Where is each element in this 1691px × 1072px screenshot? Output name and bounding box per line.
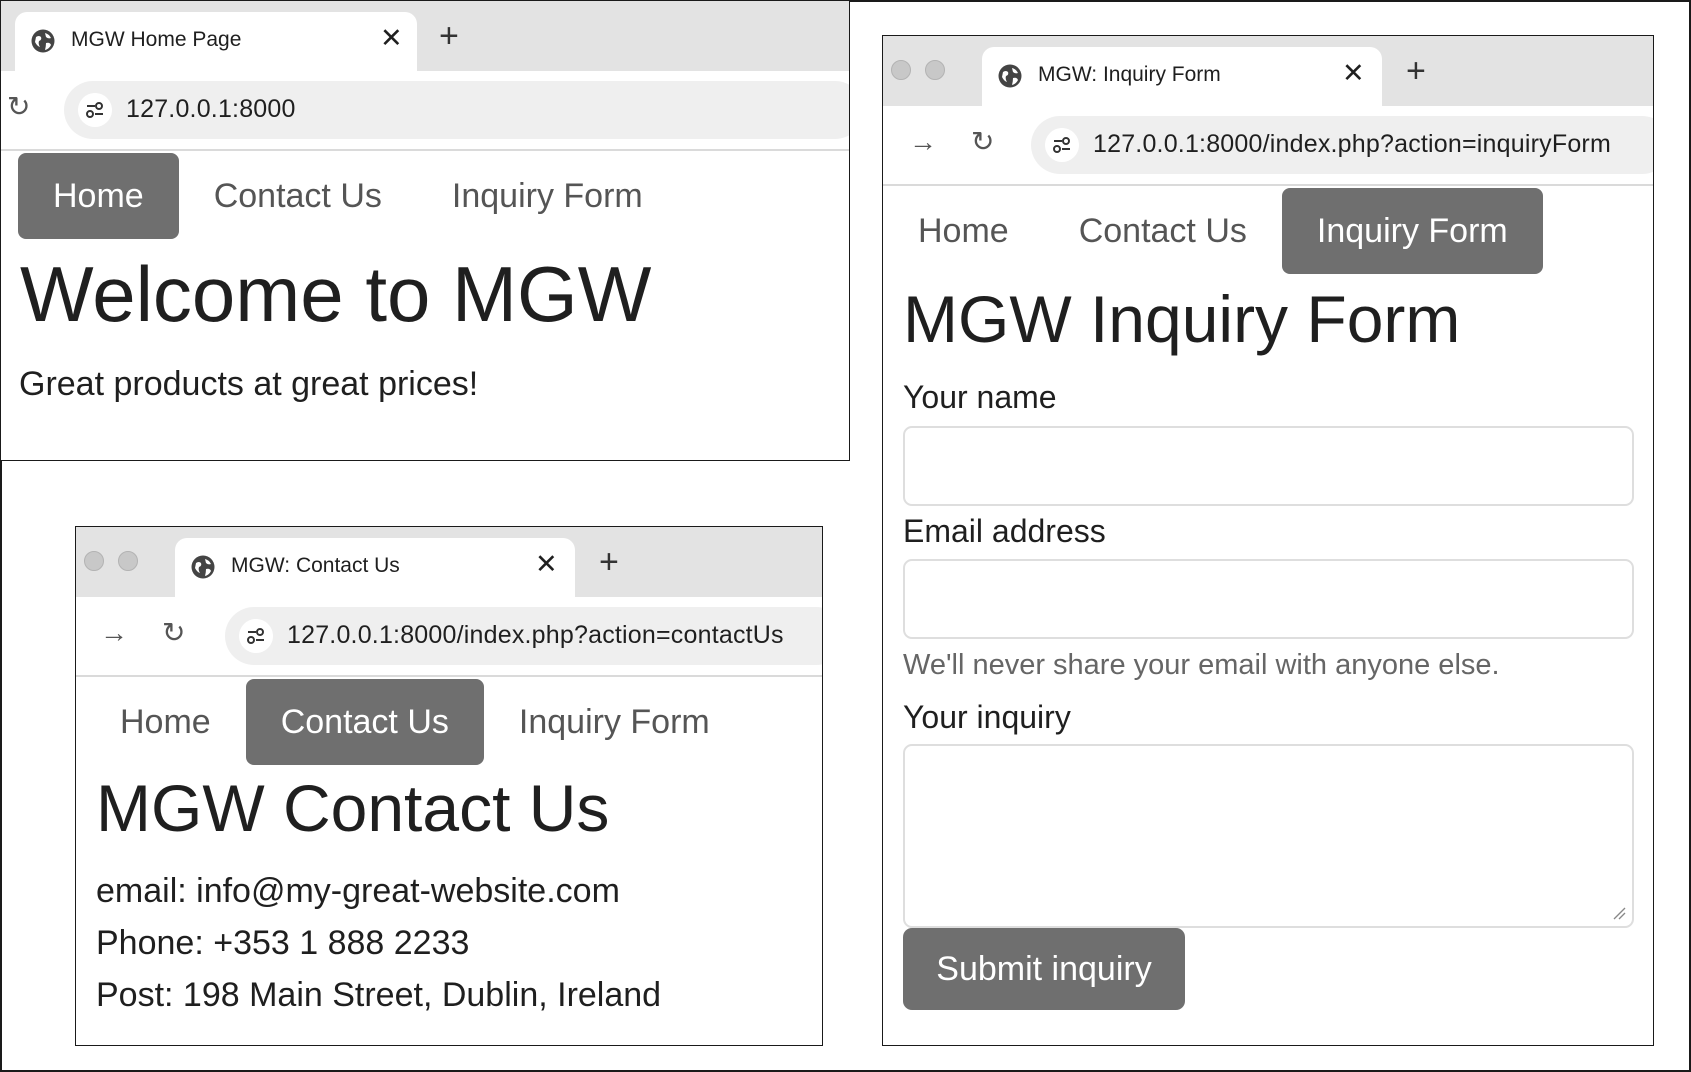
globe-icon bbox=[191, 555, 215, 579]
page-title: MGW Contact Us bbox=[96, 771, 610, 845]
email-help-text: We'll never share your email with anyone… bbox=[903, 649, 1500, 681]
nav-inquiry-form[interactable]: Inquiry Form bbox=[1281, 188, 1543, 274]
inquiry-textarea[interactable] bbox=[903, 744, 1634, 928]
arrow-right-icon[interactable]: → bbox=[909, 128, 937, 156]
tagline: Great products at great prices! bbox=[19, 365, 479, 403]
nav-inquiry-form[interactable]: Inquiry Form bbox=[484, 679, 745, 765]
site-nav: Home Contact Us Inquiry Form bbox=[883, 188, 1543, 274]
name-field[interactable] bbox=[903, 426, 1634, 506]
tab-strip: MGW: Contact Us ✕ + bbox=[76, 527, 822, 598]
address-bar[interactable]: 127.0.0.1:8000/index.php?action=inquiryF… bbox=[1031, 116, 1653, 174]
tune-icon[interactable] bbox=[239, 619, 273, 653]
resize-grip-icon[interactable] bbox=[1612, 906, 1626, 920]
plus-icon[interactable]: + bbox=[439, 19, 459, 53]
tab-title: MGW: Inquiry Form bbox=[1038, 63, 1221, 86]
page-title: Welcome to MGW bbox=[20, 250, 652, 338]
globe-icon bbox=[998, 64, 1022, 88]
url-text: 127.0.0.1:8000 bbox=[126, 95, 296, 123]
reload-icon[interactable]: ↻ bbox=[7, 93, 30, 121]
tab-home[interactable]: MGW Home Page ✕ bbox=[15, 12, 417, 72]
site-nav: Home Contact Us Inquiry Form bbox=[85, 679, 745, 765]
tab-title: MGW Home Page bbox=[71, 28, 242, 51]
browser-toolbar: → ↻ 127.0.0.1:8000/index.php?action=cont… bbox=[76, 597, 822, 677]
window-minimize-dot[interactable] bbox=[118, 551, 138, 571]
plus-icon[interactable]: + bbox=[1406, 54, 1426, 88]
globe-icon bbox=[31, 29, 55, 53]
inquiry-browser-window: MGW: Inquiry Form ✕ + → ↻ 127.0.0.1:8000… bbox=[882, 35, 1654, 1046]
tab-title: MGW: Contact Us bbox=[231, 554, 400, 577]
contact-browser-window: MGW: Contact Us ✕ + → ↻ 127.0.0.1:8000/i… bbox=[75, 526, 823, 1046]
home-browser-window: MGW Home Page ✕ + ↻ 127.0.0.1:8000 Home … bbox=[1, 1, 850, 461]
submit-inquiry-button[interactable]: Submit inquiry bbox=[903, 928, 1185, 1010]
reload-icon[interactable]: ↻ bbox=[162, 619, 185, 647]
tab-contact-us[interactable]: MGW: Contact Us ✕ bbox=[175, 538, 575, 598]
site-nav: Home Contact Us Inquiry Form bbox=[18, 153, 678, 239]
contact-email: email: info@my-great-website.com bbox=[96, 872, 620, 910]
tab-strip: MGW Home Page ✕ + bbox=[1, 1, 849, 72]
close-icon[interactable]: ✕ bbox=[1342, 60, 1365, 87]
close-icon[interactable]: ✕ bbox=[535, 551, 558, 578]
nav-home[interactable]: Home bbox=[85, 679, 246, 765]
tab-strip: MGW: Inquiry Form ✕ + bbox=[883, 36, 1653, 107]
browser-toolbar: → ↻ 127.0.0.1:8000/index.php?action=inqu… bbox=[883, 106, 1653, 186]
window-minimize-dot[interactable] bbox=[925, 60, 945, 80]
nav-home[interactable]: Home bbox=[18, 153, 179, 239]
email-label: Email address bbox=[903, 513, 1106, 549]
page-title: MGW Inquiry Form bbox=[903, 282, 1461, 356]
nav-inquiry-form[interactable]: Inquiry Form bbox=[417, 153, 678, 239]
window-close-dot[interactable] bbox=[891, 60, 911, 80]
email-field[interactable] bbox=[903, 559, 1634, 639]
browser-toolbar: ↻ 127.0.0.1:8000 bbox=[1, 71, 849, 151]
reload-icon[interactable]: ↻ bbox=[971, 128, 994, 156]
url-text: 127.0.0.1:8000/index.php?action=contactU… bbox=[287, 621, 784, 649]
nav-contact-us[interactable]: Contact Us bbox=[1044, 188, 1282, 274]
contact-post: Post: 198 Main Street, Dublin, Ireland bbox=[96, 976, 662, 1014]
tab-inquiry-form[interactable]: MGW: Inquiry Form ✕ bbox=[982, 47, 1382, 107]
inquiry-label: Your inquiry bbox=[903, 699, 1071, 735]
name-label: Your name bbox=[903, 379, 1057, 415]
nav-home[interactable]: Home bbox=[883, 188, 1044, 274]
url-text: 127.0.0.1:8000/index.php?action=inquiryF… bbox=[1093, 130, 1611, 158]
nav-contact-us[interactable]: Contact Us bbox=[179, 153, 417, 239]
tune-icon[interactable] bbox=[1045, 128, 1079, 162]
close-icon[interactable]: ✕ bbox=[380, 25, 403, 52]
arrow-right-icon[interactable]: → bbox=[100, 619, 128, 647]
plus-icon[interactable]: + bbox=[599, 545, 619, 579]
nav-contact-us[interactable]: Contact Us bbox=[245, 679, 484, 765]
contact-phone: Phone: +353 1 888 2233 bbox=[96, 924, 470, 962]
address-bar[interactable]: 127.0.0.1:8000 bbox=[64, 81, 849, 139]
address-bar[interactable]: 127.0.0.1:8000/index.php?action=contactU… bbox=[225, 607, 822, 665]
window-close-dot[interactable] bbox=[84, 551, 104, 571]
tune-icon[interactable] bbox=[78, 93, 112, 127]
